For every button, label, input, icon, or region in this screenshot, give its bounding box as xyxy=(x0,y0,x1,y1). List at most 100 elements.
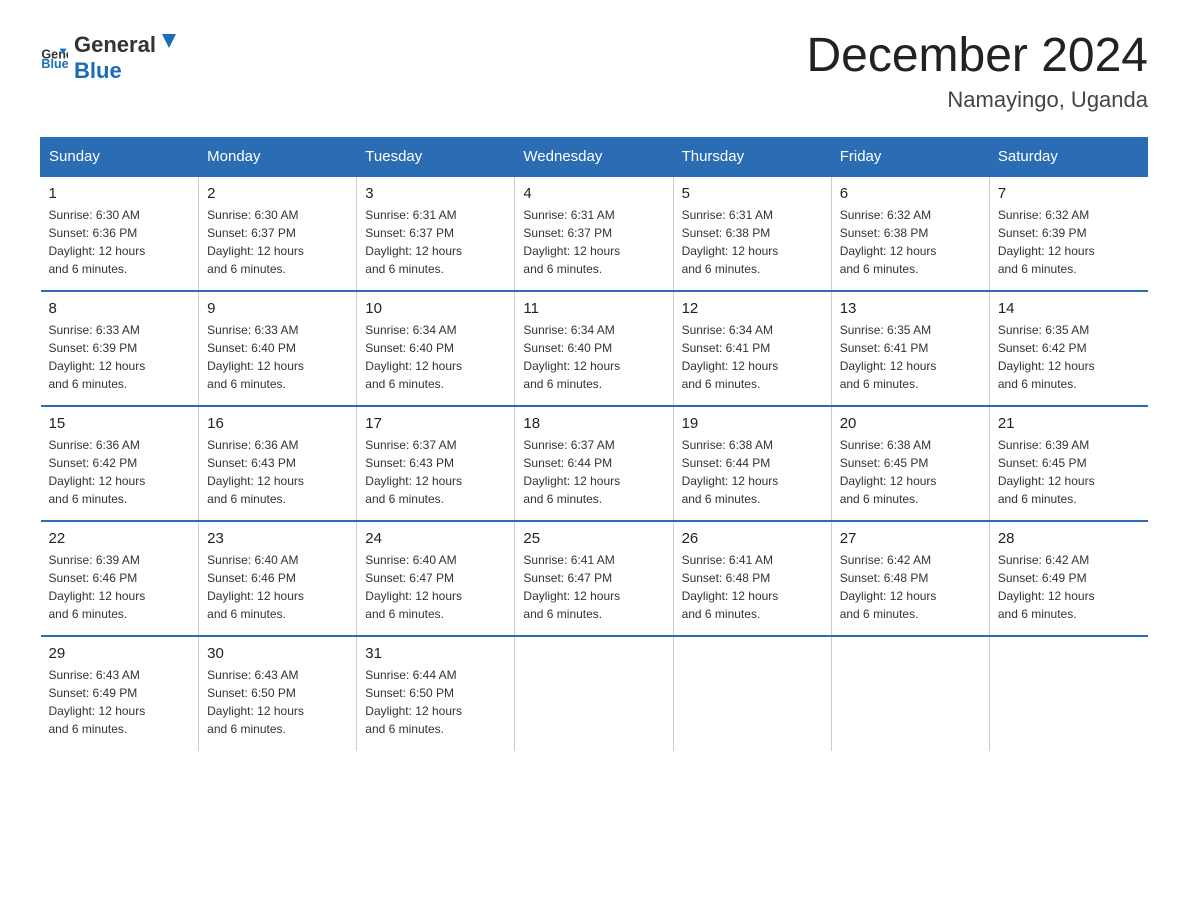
day-info: Sunrise: 6:38 AMSunset: 6:45 PMDaylight:… xyxy=(840,436,981,508)
day-cell: 22 Sunrise: 6:39 AMSunset: 6:46 PMDaylig… xyxy=(41,521,199,636)
day-number: 23 xyxy=(207,530,348,547)
day-number: 6 xyxy=(840,185,981,202)
day-number: 26 xyxy=(682,530,823,547)
day-cell: 20 Sunrise: 6:38 AMSunset: 6:45 PMDaylig… xyxy=(831,406,989,521)
day-cell xyxy=(831,636,989,751)
day-cell: 19 Sunrise: 6:38 AMSunset: 6:44 PMDaylig… xyxy=(673,406,831,521)
day-number: 11 xyxy=(523,300,664,317)
day-cell: 25 Sunrise: 6:41 AMSunset: 6:47 PMDaylig… xyxy=(515,521,673,636)
logo-triangle-icon xyxy=(158,30,180,52)
day-number: 21 xyxy=(998,415,1140,432)
title-block: December 2024 Namayingo, Uganda xyxy=(806,30,1148,113)
header-tuesday: Tuesday xyxy=(357,137,515,176)
day-number: 20 xyxy=(840,415,981,432)
day-number: 3 xyxy=(365,185,506,202)
day-cell: 18 Sunrise: 6:37 AMSunset: 6:44 PMDaylig… xyxy=(515,406,673,521)
day-number: 25 xyxy=(523,530,664,547)
day-info: Sunrise: 6:35 AMSunset: 6:41 PMDaylight:… xyxy=(840,321,981,393)
day-cell: 31 Sunrise: 6:44 AMSunset: 6:50 PMDaylig… xyxy=(357,636,515,751)
month-title: December 2024 xyxy=(806,30,1148,83)
day-cell xyxy=(515,636,673,751)
day-cell: 6 Sunrise: 6:32 AMSunset: 6:38 PMDayligh… xyxy=(831,176,989,291)
day-number: 4 xyxy=(523,185,664,202)
calendar-header: SundayMondayTuesdayWednesdayThursdayFrid… xyxy=(41,137,1148,176)
header-sunday: Sunday xyxy=(41,137,199,176)
day-number: 5 xyxy=(682,185,823,202)
calendar-table: SundayMondayTuesdayWednesdayThursdayFrid… xyxy=(40,137,1148,751)
day-cell: 11 Sunrise: 6:34 AMSunset: 6:40 PMDaylig… xyxy=(515,291,673,406)
day-info: Sunrise: 6:43 AMSunset: 6:49 PMDaylight:… xyxy=(49,666,191,738)
day-cell xyxy=(989,636,1147,751)
day-info: Sunrise: 6:30 AMSunset: 6:36 PMDaylight:… xyxy=(49,206,191,278)
day-cell: 2 Sunrise: 6:30 AMSunset: 6:37 PMDayligh… xyxy=(199,176,357,291)
week-row-1: 1 Sunrise: 6:30 AMSunset: 6:36 PMDayligh… xyxy=(41,176,1148,291)
day-number: 7 xyxy=(998,185,1140,202)
day-cell: 10 Sunrise: 6:34 AMSunset: 6:40 PMDaylig… xyxy=(357,291,515,406)
day-info: Sunrise: 6:31 AMSunset: 6:37 PMDaylight:… xyxy=(523,206,664,278)
day-number: 30 xyxy=(207,645,348,662)
header-wednesday: Wednesday xyxy=(515,137,673,176)
day-number: 1 xyxy=(49,185,191,202)
day-cell: 26 Sunrise: 6:41 AMSunset: 6:48 PMDaylig… xyxy=(673,521,831,636)
day-info: Sunrise: 6:37 AMSunset: 6:44 PMDaylight:… xyxy=(523,436,664,508)
day-info: Sunrise: 6:32 AMSunset: 6:39 PMDaylight:… xyxy=(998,206,1140,278)
day-info: Sunrise: 6:42 AMSunset: 6:49 PMDaylight:… xyxy=(998,551,1140,623)
logo-general-text: General xyxy=(74,32,156,58)
day-cell: 12 Sunrise: 6:34 AMSunset: 6:41 PMDaylig… xyxy=(673,291,831,406)
day-cell: 28 Sunrise: 6:42 AMSunset: 6:49 PMDaylig… xyxy=(989,521,1147,636)
svg-text:Blue: Blue xyxy=(41,57,68,71)
logo-blue-text: Blue xyxy=(74,58,122,83)
header-friday: Friday xyxy=(831,137,989,176)
day-info: Sunrise: 6:33 AMSunset: 6:39 PMDaylight:… xyxy=(49,321,191,393)
header-thursday: Thursday xyxy=(673,137,831,176)
page-header: General Blue General Blue December 2024 … xyxy=(40,30,1148,113)
day-info: Sunrise: 6:35 AMSunset: 6:42 PMDaylight:… xyxy=(998,321,1140,393)
day-number: 19 xyxy=(682,415,823,432)
day-cell: 24 Sunrise: 6:40 AMSunset: 6:47 PMDaylig… xyxy=(357,521,515,636)
day-info: Sunrise: 6:41 AMSunset: 6:48 PMDaylight:… xyxy=(682,551,823,623)
day-info: Sunrise: 6:36 AMSunset: 6:42 PMDaylight:… xyxy=(49,436,191,508)
day-cell xyxy=(673,636,831,751)
day-info: Sunrise: 6:31 AMSunset: 6:38 PMDaylight:… xyxy=(682,206,823,278)
day-info: Sunrise: 6:36 AMSunset: 6:43 PMDaylight:… xyxy=(207,436,348,508)
logo-icon: General Blue xyxy=(40,43,68,71)
day-info: Sunrise: 6:34 AMSunset: 6:41 PMDaylight:… xyxy=(682,321,823,393)
day-info: Sunrise: 6:43 AMSunset: 6:50 PMDaylight:… xyxy=(207,666,348,738)
day-number: 31 xyxy=(365,645,506,662)
day-info: Sunrise: 6:32 AMSunset: 6:38 PMDaylight:… xyxy=(840,206,981,278)
day-number: 27 xyxy=(840,530,981,547)
day-info: Sunrise: 6:34 AMSunset: 6:40 PMDaylight:… xyxy=(523,321,664,393)
day-cell: 9 Sunrise: 6:33 AMSunset: 6:40 PMDayligh… xyxy=(199,291,357,406)
day-cell: 1 Sunrise: 6:30 AMSunset: 6:36 PMDayligh… xyxy=(41,176,199,291)
day-info: Sunrise: 6:44 AMSunset: 6:50 PMDaylight:… xyxy=(365,666,506,738)
day-cell: 21 Sunrise: 6:39 AMSunset: 6:45 PMDaylig… xyxy=(989,406,1147,521)
day-cell: 16 Sunrise: 6:36 AMSunset: 6:43 PMDaylig… xyxy=(199,406,357,521)
day-info: Sunrise: 6:42 AMSunset: 6:48 PMDaylight:… xyxy=(840,551,981,623)
day-cell: 29 Sunrise: 6:43 AMSunset: 6:49 PMDaylig… xyxy=(41,636,199,751)
day-number: 14 xyxy=(998,300,1140,317)
day-cell: 4 Sunrise: 6:31 AMSunset: 6:37 PMDayligh… xyxy=(515,176,673,291)
day-cell: 13 Sunrise: 6:35 AMSunset: 6:41 PMDaylig… xyxy=(831,291,989,406)
day-info: Sunrise: 6:39 AMSunset: 6:45 PMDaylight:… xyxy=(998,436,1140,508)
day-cell: 8 Sunrise: 6:33 AMSunset: 6:39 PMDayligh… xyxy=(41,291,199,406)
day-info: Sunrise: 6:30 AMSunset: 6:37 PMDaylight:… xyxy=(207,206,348,278)
day-number: 10 xyxy=(365,300,506,317)
day-info: Sunrise: 6:40 AMSunset: 6:47 PMDaylight:… xyxy=(365,551,506,623)
day-info: Sunrise: 6:37 AMSunset: 6:43 PMDaylight:… xyxy=(365,436,506,508)
header-monday: Monday xyxy=(199,137,357,176)
header-saturday: Saturday xyxy=(989,137,1147,176)
location-title: Namayingo, Uganda xyxy=(806,87,1148,113)
day-cell: 30 Sunrise: 6:43 AMSunset: 6:50 PMDaylig… xyxy=(199,636,357,751)
week-row-3: 15 Sunrise: 6:36 AMSunset: 6:42 PMDaylig… xyxy=(41,406,1148,521)
day-number: 29 xyxy=(49,645,191,662)
header-row: SundayMondayTuesdayWednesdayThursdayFrid… xyxy=(41,137,1148,176)
day-number: 16 xyxy=(207,415,348,432)
day-cell: 14 Sunrise: 6:35 AMSunset: 6:42 PMDaylig… xyxy=(989,291,1147,406)
day-number: 9 xyxy=(207,300,348,317)
day-number: 28 xyxy=(998,530,1140,547)
logo: General Blue General Blue xyxy=(40,30,182,84)
week-row-5: 29 Sunrise: 6:43 AMSunset: 6:49 PMDaylig… xyxy=(41,636,1148,751)
day-cell: 17 Sunrise: 6:37 AMSunset: 6:43 PMDaylig… xyxy=(357,406,515,521)
day-number: 15 xyxy=(49,415,191,432)
day-number: 8 xyxy=(49,300,191,317)
